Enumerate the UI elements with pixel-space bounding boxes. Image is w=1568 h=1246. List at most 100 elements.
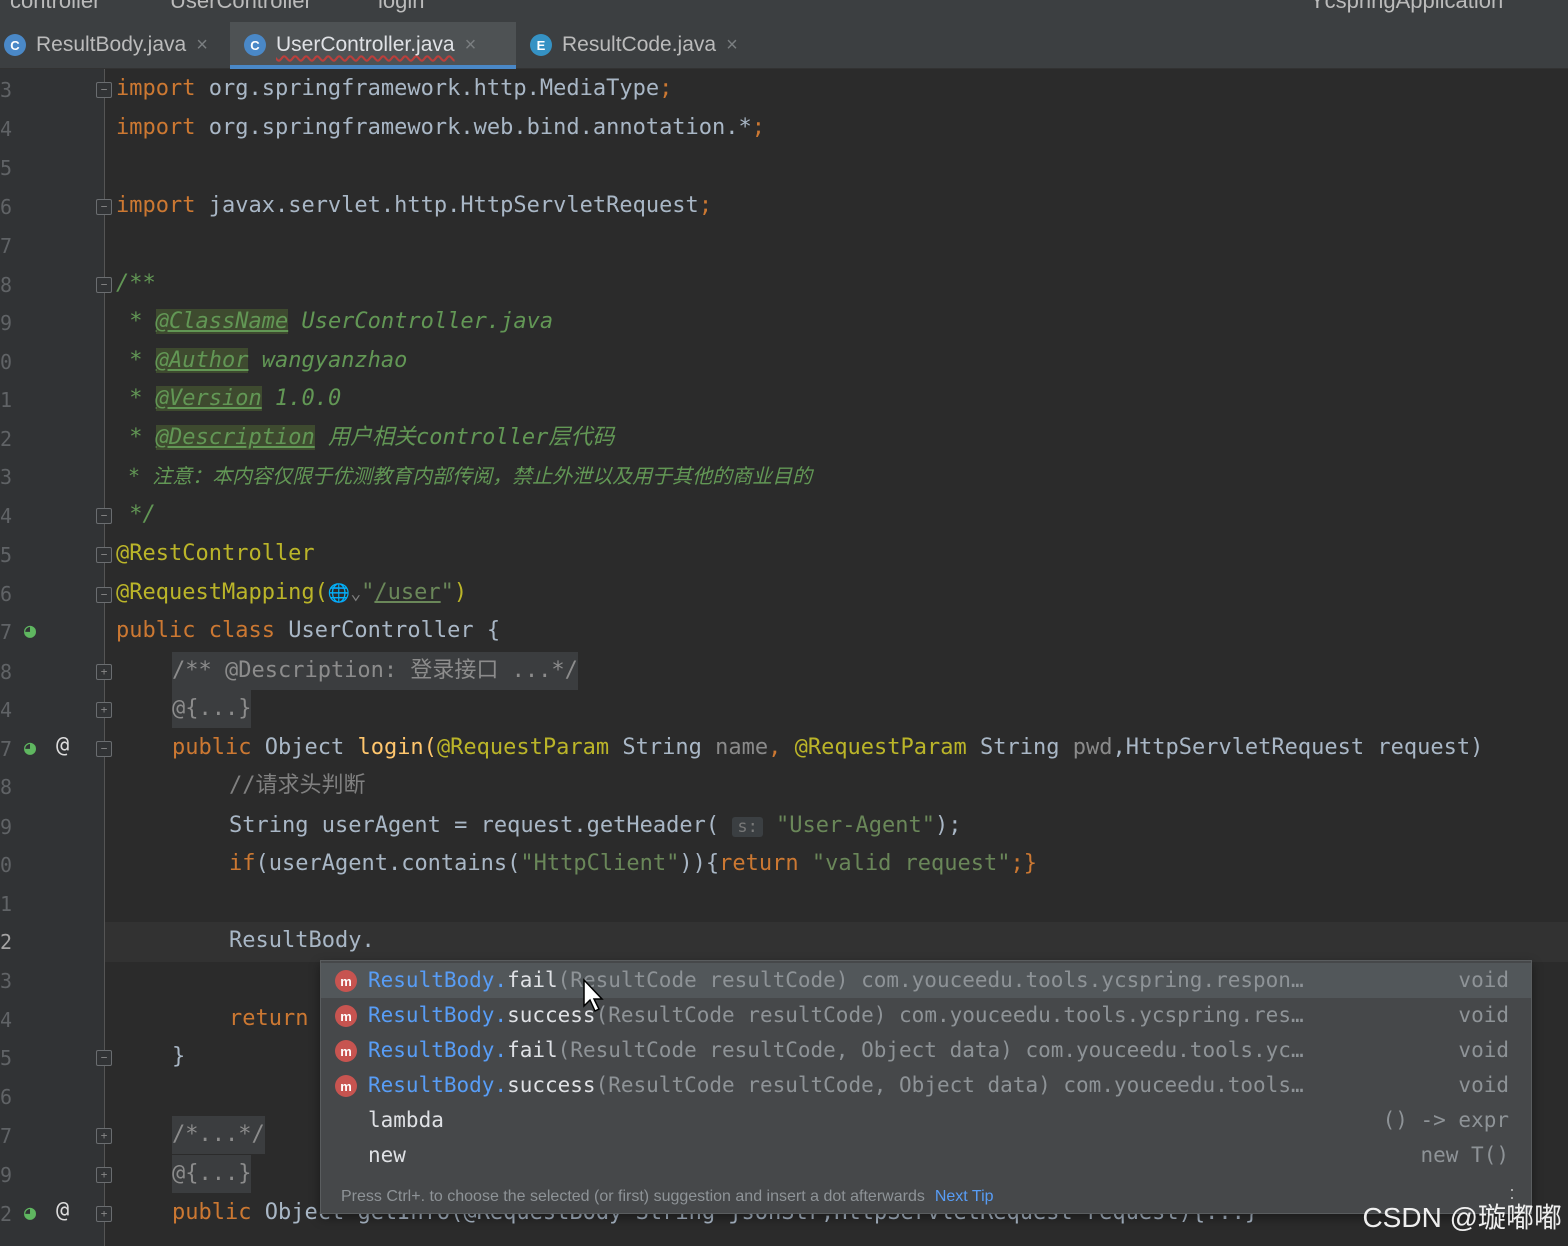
completion-item[interactable]: m ResultBody.success(ResultCode resultCo…: [321, 998, 1531, 1033]
code-line[interactable]: @RestController: [116, 535, 315, 573]
endpoint-at-icon[interactable]: @: [56, 733, 69, 758]
editor-gutter[interactable]: [0, 69, 105, 1246]
code-line[interactable]: //请求头判断: [229, 767, 366, 805]
code-line[interactable]: import javax.servlet.http.HttpServletReq…: [116, 187, 712, 225]
fold-marker-icon[interactable]: −: [96, 1050, 112, 1066]
fold-marker-icon[interactable]: +: [96, 1128, 112, 1144]
close-icon[interactable]: ×: [196, 34, 208, 57]
fold-marker-icon[interactable]: −: [96, 587, 112, 603]
folded-doc-comment[interactable]: /** @Description: 登录接口 ...*/: [172, 652, 578, 690]
line-number: 7: [0, 620, 13, 644]
spring-bean-icon[interactable]: ◕: [24, 735, 36, 759]
code-line[interactable]: return: [229, 1000, 308, 1038]
fold-marker-icon[interactable]: +: [96, 702, 112, 718]
completion-item[interactable]: lambda () -> expr: [321, 1103, 1531, 1138]
line-number: 6: [0, 582, 13, 606]
code-line[interactable]: */: [116, 496, 156, 534]
code-completion-popup: m ResultBody.fail(ResultCode resultCode)…: [320, 960, 1532, 1214]
mouse-cursor-icon: [583, 978, 604, 1013]
return-type: () -> expr: [1382, 1108, 1509, 1132]
fold-marker-icon[interactable]: −: [96, 82, 112, 98]
fold-marker-icon[interactable]: +: [96, 664, 112, 680]
line-number: 9: [0, 1163, 13, 1187]
spring-bean-icon[interactable]: ◕: [24, 618, 36, 642]
breadcrumb-usercontroller[interactable]: UserController: [170, 0, 312, 14]
line-number: 3: [0, 465, 13, 489]
code-line[interactable]: * @Description 用户相关controller层代码: [116, 419, 614, 457]
completion-item[interactable]: m ResultBody.fail(ResultCode resultCode,…: [321, 1033, 1531, 1068]
folded-annotations[interactable]: @{...}: [172, 690, 252, 728]
line-number: 1: [0, 388, 13, 412]
code-line[interactable]: public Object login(@RequestParam String…: [172, 729, 1483, 767]
run-config-selector[interactable]: YcspringApplication: [1310, 0, 1503, 14]
method-icon: m: [335, 1005, 357, 1027]
fold-marker-icon[interactable]: −: [96, 199, 112, 215]
tab-label: ResultBody.java: [36, 33, 187, 56]
line-number: 3: [0, 78, 13, 102]
close-icon[interactable]: ×: [465, 34, 477, 57]
code-line[interactable]: * @Version 1.0.0: [116, 380, 341, 418]
completion-item[interactable]: m ResultBody.success(ResultCode resultCo…: [321, 1068, 1531, 1103]
line-number: 8: [0, 775, 13, 799]
fold-marker-icon[interactable]: +: [96, 1167, 112, 1183]
fold-marker-icon[interactable]: −: [96, 741, 112, 757]
parameter-hint: s:: [732, 817, 763, 837]
class-file-icon: C: [244, 34, 266, 56]
navigation-bar: controller UserController login Ycspring…: [0, 0, 1568, 23]
code-line[interactable]: }: [172, 1038, 185, 1076]
tab-usercontroller[interactable]: C UserController.java ×: [230, 22, 516, 69]
breadcrumb-login[interactable]: login: [378, 0, 424, 14]
code-line[interactable]: @RequestMapping(🌐⌄"/user"): [116, 574, 467, 613]
completion-item[interactable]: m ResultBody.fail(ResultCode resultCode)…: [321, 963, 1531, 998]
code-line[interactable]: if(userAgent.contains("HttpClient")){ret…: [229, 845, 1037, 883]
code-line[interactable]: * 注意：本内容仅限于优测教育内部传阅，禁止外泄以及用于其他的商业目的: [116, 457, 812, 495]
line-number: 4: [0, 698, 13, 722]
fold-marker-icon[interactable]: +: [96, 1206, 112, 1222]
close-icon[interactable]: ×: [726, 34, 738, 57]
class-file-icon: C: [4, 34, 26, 56]
line-number: 3: [0, 969, 13, 993]
spring-bean-icon[interactable]: ◕: [24, 1200, 36, 1224]
line-number: 7: [0, 1124, 13, 1148]
fold-marker-icon[interactable]: −: [96, 508, 112, 524]
watermark: CSDN @璇嘟嘟: [1362, 1202, 1562, 1233]
return-type: void: [1458, 968, 1509, 992]
line-number: 5: [0, 543, 13, 567]
line-number: 8: [0, 660, 13, 684]
breadcrumb-controller[interactable]: controller: [10, 0, 100, 14]
code-line[interactable]: import org.springframework.web.bind.anno…: [116, 109, 765, 147]
line-number: 2: [0, 1202, 13, 1226]
folded-comment[interactable]: /*...*/: [172, 1116, 265, 1154]
line-number: 4: [0, 117, 13, 141]
line-number: 0: [0, 853, 13, 877]
code-line[interactable]: * @ClassName UserController.java: [116, 303, 553, 341]
completion-item[interactable]: new new T(): [321, 1138, 1531, 1173]
line-number: 0: [0, 350, 13, 374]
tab-label: UserController.java: [276, 33, 455, 56]
return-type: new T(): [1420, 1143, 1509, 1167]
line-number: 6: [0, 195, 13, 219]
folded-annotations[interactable]: @{...}: [172, 1155, 252, 1193]
code-line[interactable]: public class UserController {: [116, 612, 500, 650]
tab-resultcode[interactable]: E ResultCode.java ×: [530, 22, 780, 68]
method-icon: m: [335, 1040, 357, 1062]
fold-marker-icon[interactable]: −: [96, 277, 112, 293]
globe-icon: 🌐⌄: [327, 583, 362, 604]
line-number: 5: [0, 1046, 13, 1070]
next-tip-link[interactable]: Next Tip: [935, 1188, 994, 1205]
code-line[interactable]: import org.springframework.http.MediaTyp…: [116, 70, 672, 108]
return-type: void: [1458, 1073, 1509, 1097]
line-number: 6: [0, 1085, 13, 1109]
code-line[interactable]: /**: [116, 265, 156, 303]
code-line[interactable]: String userAgent = request.getHeader( s:…: [229, 807, 962, 846]
tab-resultbody[interactable]: C ResultBody.java ×: [0, 22, 232, 68]
line-number: 2: [0, 427, 13, 451]
endpoint-at-icon[interactable]: @: [56, 1198, 69, 1223]
line-number: 5: [0, 156, 13, 180]
code-line[interactable]: * @Author wangyanzhao: [116, 342, 407, 380]
code-line-current[interactable]: ResultBody.: [229, 922, 375, 960]
fold-marker-icon[interactable]: −: [96, 547, 112, 563]
line-number: 9: [0, 815, 13, 839]
line-number: 1: [0, 892, 13, 916]
method-icon: m: [335, 1075, 357, 1097]
